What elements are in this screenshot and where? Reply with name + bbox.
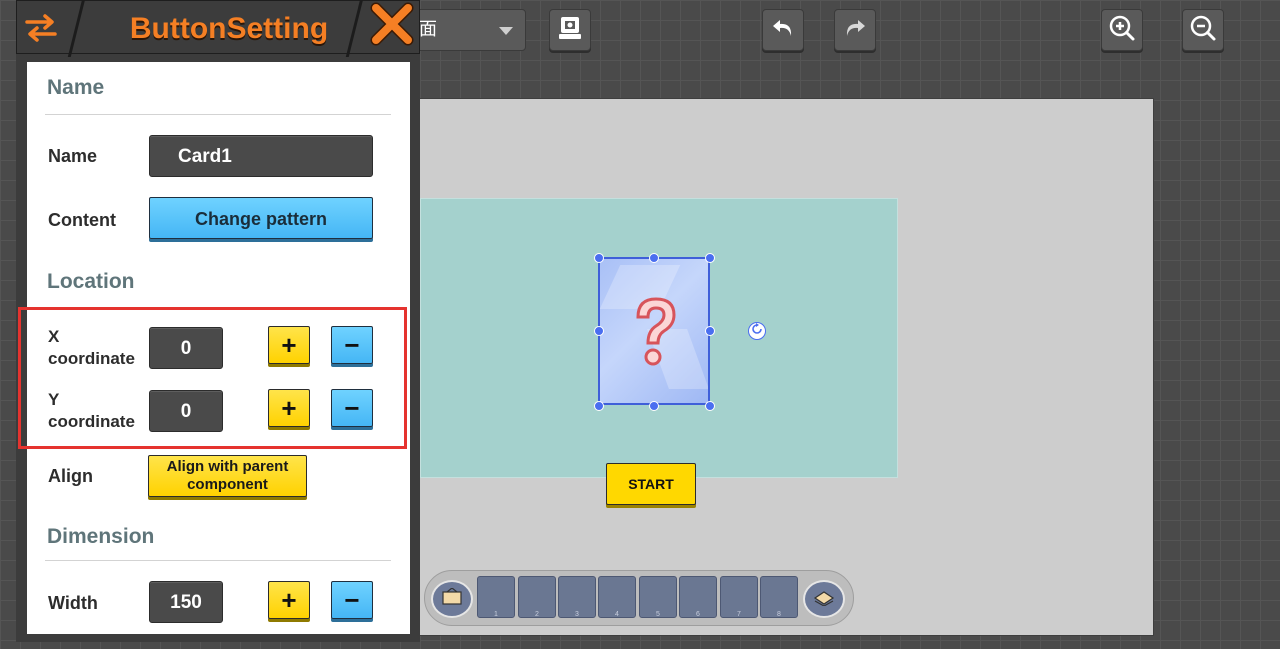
close-x-icon — [370, 2, 414, 50]
name-label: Name — [48, 146, 98, 166]
layer-slot-number: 7 — [737, 611, 741, 618]
layer-slot[interactable]: 7 — [720, 576, 758, 618]
align-parent-button[interactable]: Align with parent component — [148, 455, 307, 497]
width-label: Width — [48, 593, 98, 613]
rotate-handle[interactable] — [748, 322, 766, 340]
resize-handle-top[interactable] — [649, 253, 659, 263]
start-button-label: START — [628, 476, 674, 492]
align-label: Align — [48, 466, 93, 486]
name-field-value: Card1 — [178, 146, 232, 167]
header-divider — [67, 0, 86, 57]
section-title-name: Name — [47, 76, 105, 99]
width-increment-button[interactable]: + — [268, 581, 310, 619]
layer-slot-number: 4 — [615, 611, 619, 618]
layer-slot-number: 8 — [777, 611, 781, 618]
rotate-icon — [751, 322, 763, 340]
change-pattern-button[interactable]: Change pattern — [149, 197, 373, 239]
scene-select-value: 面 — [419, 19, 437, 40]
resize-handle-bottom[interactable] — [649, 401, 659, 411]
layer-slot-number: 6 — [696, 611, 700, 618]
section-title-location: Location — [47, 270, 135, 293]
plus-icon: + — [281, 585, 297, 615]
layers-up-icon — [441, 586, 463, 611]
width-value: 150 — [170, 592, 202, 613]
close-button[interactable] — [370, 2, 414, 46]
layer-slot-number: 3 — [575, 611, 579, 618]
chevron-down-icon — [499, 27, 513, 35]
swap-button[interactable] — [24, 12, 58, 44]
redo-icon — [842, 15, 868, 46]
layer-down-button[interactable] — [803, 580, 845, 618]
name-field[interactable]: Card1 — [149, 135, 373, 177]
resize-handle-left[interactable] — [594, 326, 604, 336]
width-field[interactable]: 150 — [149, 581, 223, 623]
panel-title: ButtonSetting — [129, 12, 329, 45]
undo-icon — [770, 15, 796, 46]
align-parent-label: Align with parent component — [166, 458, 289, 493]
resize-handle-top-right[interactable] — [705, 253, 715, 263]
question-mark-icon — [636, 297, 676, 366]
layer-slot[interactable]: 5 — [639, 576, 677, 618]
resize-handle-bottom-right[interactable] — [705, 401, 715, 411]
zoom-out-icon — [1188, 13, 1218, 48]
layer-slot[interactable]: 1 — [477, 576, 515, 618]
scene-select[interactable]: 面 — [410, 9, 526, 51]
section-divider — [45, 114, 391, 115]
redo-button[interactable] — [834, 9, 876, 51]
layers-down-icon — [813, 588, 835, 611]
swap-arrows-icon — [24, 14, 58, 48]
undo-button[interactable] — [762, 9, 804, 51]
start-button[interactable]: START — [606, 463, 696, 505]
resize-handle-top-left[interactable] — [594, 253, 604, 263]
zoom-out-button[interactable] — [1182, 9, 1224, 51]
card1-element[interactable] — [598, 257, 710, 405]
content-label: Content — [48, 210, 116, 230]
layer-slot[interactable]: 6 — [679, 576, 717, 618]
layer-slot[interactable]: 3 — [558, 576, 596, 618]
layer-slot-number: 2 — [535, 611, 539, 618]
layer-slot-number: 1 — [494, 611, 498, 618]
section-title-dimension: Dimension — [47, 525, 155, 548]
layer-slot[interactable]: 4 — [598, 576, 636, 618]
layer-up-button[interactable] — [431, 580, 473, 618]
layer-slot[interactable]: 2 — [518, 576, 556, 618]
resize-handle-bottom-left[interactable] — [594, 401, 604, 411]
change-pattern-label: Change pattern — [194, 209, 327, 229]
resize-handle-right[interactable] — [705, 326, 715, 336]
section-divider — [45, 560, 391, 561]
layer-slot[interactable]: 8 — [760, 576, 798, 618]
export-button[interactable] — [549, 9, 591, 51]
zoom-in-button[interactable] — [1101, 9, 1143, 51]
export-icon — [556, 14, 584, 47]
settings-panel-header: ButtonSetting — [16, 0, 420, 57]
minus-icon: − — [344, 585, 360, 615]
width-decrement-button[interactable]: − — [331, 581, 373, 619]
location-highlight-box — [18, 307, 407, 449]
zoom-in-icon — [1107, 13, 1137, 48]
layer-slot-number: 5 — [656, 611, 660, 618]
